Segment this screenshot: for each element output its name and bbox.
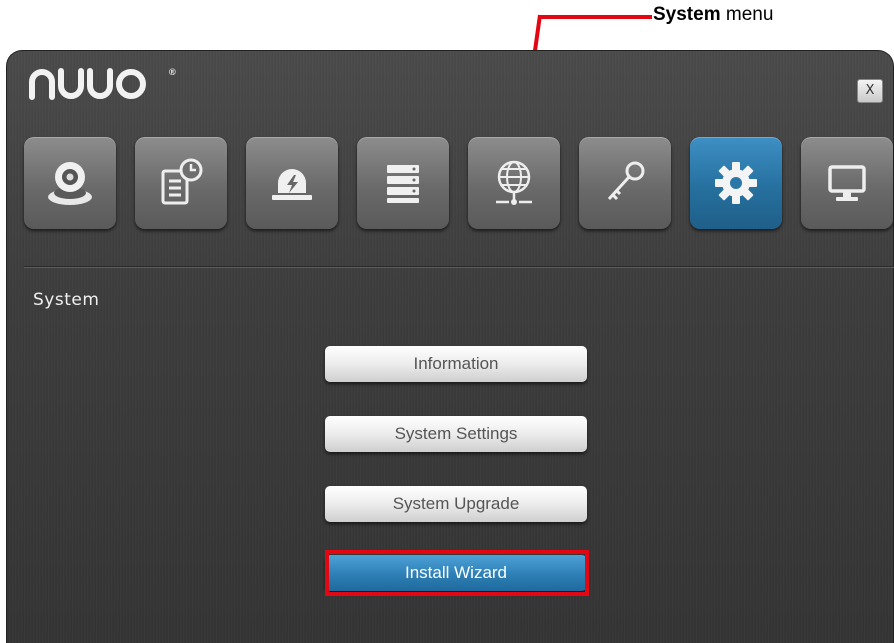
- toolbar-divider: [24, 266, 894, 268]
- nuuo-logo: ®: [28, 68, 179, 109]
- nuuo-window: ® X System Information System Settings S…: [6, 50, 894, 643]
- schedule-document-icon: [161, 158, 203, 205]
- storage-stack-icon: [387, 165, 419, 203]
- callout-label-rest: menu: [720, 4, 774, 25]
- toolbar-item-storage[interactable]: [357, 137, 449, 229]
- toolbar-item-schedule[interactable]: [135, 137, 227, 229]
- toolbar-item-system[interactable]: [690, 137, 782, 229]
- monitor-icon: [828, 165, 866, 201]
- callout-line-vertical: [532, 14, 542, 55]
- section-title: System: [33, 290, 100, 310]
- toolbar-item-event[interactable]: [246, 137, 338, 229]
- network-globe-icon: [496, 160, 532, 205]
- callout-line-horizontal: [540, 15, 652, 19]
- system-settings-button[interactable]: System Settings: [325, 416, 587, 452]
- gear-icon: [715, 162, 757, 204]
- callout-label: System menu: [653, 4, 773, 26]
- system-upgrade-button[interactable]: System Upgrade: [325, 486, 587, 522]
- registered-mark: ®: [167, 68, 179, 78]
- information-button[interactable]: Information: [325, 346, 587, 382]
- callout-label-bold: System: [653, 4, 721, 25]
- close-button[interactable]: X: [857, 79, 883, 103]
- toolbar-item-user-access[interactable]: [579, 137, 671, 229]
- alarm-light-icon: [272, 169, 312, 200]
- key-icon: [607, 161, 645, 201]
- toolbar-item-display[interactable]: [801, 137, 893, 229]
- nuuo-logo-icon: [29, 68, 146, 100]
- install-wizard-highlight: [325, 550, 589, 596]
- toolbar-item-camera[interactable]: [24, 137, 116, 229]
- toolbar-item-network[interactable]: [468, 137, 560, 229]
- screenshot-stage: System menu ® X System Information Syste…: [0, 0, 894, 643]
- webcam-icon: [48, 162, 92, 205]
